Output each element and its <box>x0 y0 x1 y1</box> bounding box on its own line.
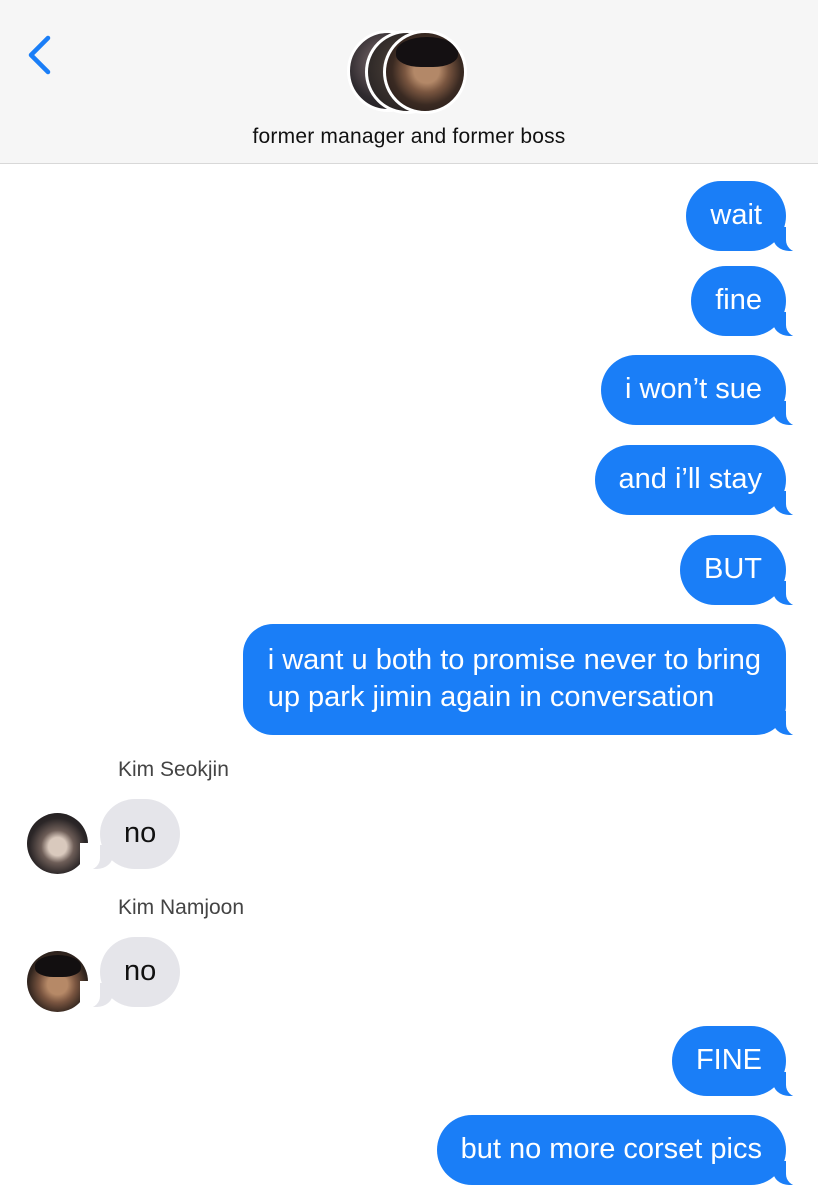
message-text-line: up park jimin again in conversation <box>267 681 715 713</box>
outgoing-message[interactable]: wait <box>686 181 806 252</box>
outgoing-message[interactable]: i won’t sue <box>600 355 807 426</box>
outgoing-message[interactable]: and i’ll stay <box>594 445 807 516</box>
outgoing-message[interactable]: but no more corset pics <box>436 1115 807 1186</box>
message-text: FINE <box>695 1044 762 1076</box>
conversation-header: former manager and former boss <box>0 0 818 164</box>
group-avatar[interactable] <box>347 30 471 114</box>
outgoing-message[interactable]: fine <box>691 266 806 337</box>
sender-name: Kim Namjoon <box>118 896 245 919</box>
message-text-line: i want u both to promise never to bring <box>267 644 761 676</box>
message-text: i won’t sue <box>624 373 762 405</box>
incoming-message[interactable]: no <box>79 799 181 870</box>
chevron-left-icon <box>28 35 51 75</box>
conversation-title[interactable]: former manager and former boss <box>0 125 818 149</box>
outgoing-message[interactable]: FINE <box>671 1026 807 1097</box>
sender-name: Kim Seokjin <box>118 758 229 781</box>
member-avatar <box>383 30 467 114</box>
sender-avatar[interactable] <box>27 951 88 1012</box>
message-text: but no more corset pics <box>460 1133 762 1165</box>
outgoing-message[interactable]: BUT <box>680 535 806 606</box>
message-text: no <box>124 955 157 987</box>
incoming-message[interactable]: no <box>79 937 181 1008</box>
message-text: fine <box>715 284 762 316</box>
message-text: no <box>124 817 157 849</box>
back-button[interactable] <box>22 32 58 78</box>
message-text: wait <box>710 199 762 231</box>
message-text: BUT <box>704 553 762 585</box>
sender-avatar[interactable] <box>27 813 88 874</box>
outgoing-message[interactable]: i want u both to promise never to bring … <box>242 624 807 736</box>
message-text: and i’ll stay <box>618 463 762 495</box>
